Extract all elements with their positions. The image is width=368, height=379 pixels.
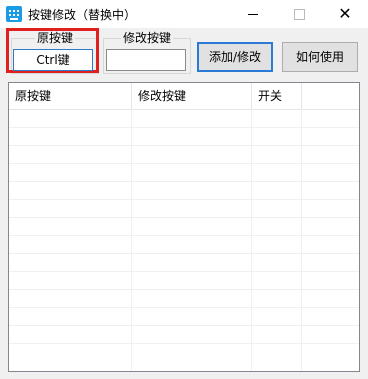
row-divider <box>9 325 359 326</box>
row-divider <box>9 163 359 164</box>
minimize-button[interactable] <box>230 0 276 28</box>
row-divider <box>9 217 359 218</box>
original-key-input[interactable]: Ctrl键 <box>13 49 93 71</box>
window-title: 按键修改（替换中） <box>28 8 137 22</box>
column-divider <box>301 109 302 371</box>
close-icon: ✕ <box>338 4 352 23</box>
row-divider <box>9 127 359 128</box>
maximize-button[interactable] <box>276 0 322 28</box>
title-bar: 按键修改（替换中） ✕ <box>0 0 368 28</box>
key-mapping-list[interactable]: 原按键 修改按键 开关 <box>8 82 360 372</box>
column-switch[interactable]: 开关 <box>252 83 302 109</box>
column-divider <box>251 109 252 371</box>
row-divider <box>9 235 359 236</box>
column-modified-key[interactable]: 修改按键 <box>132 83 252 109</box>
row-divider <box>9 289 359 290</box>
modified-key-input[interactable] <box>106 49 186 71</box>
how-to-use-button[interactable]: 如何使用 <box>282 42 358 72</box>
modified-key-label: 修改按键 <box>120 31 173 45</box>
column-divider <box>131 109 132 371</box>
row-divider <box>9 343 359 344</box>
app-keyboard-icon <box>6 6 22 22</box>
maximize-icon <box>293 8 305 20</box>
row-divider <box>9 307 359 308</box>
row-divider <box>9 271 359 272</box>
column-original-key[interactable]: 原按键 <box>9 83 132 109</box>
row-divider <box>9 199 359 200</box>
close-button[interactable]: ✕ <box>322 0 368 28</box>
minimize-icon <box>248 13 258 15</box>
row-divider <box>9 253 359 254</box>
add-modify-button[interactable]: 添加/修改 <box>197 42 273 72</box>
row-divider <box>9 145 359 146</box>
row-divider <box>9 181 359 182</box>
list-header: 原按键 修改按键 开关 <box>9 83 359 110</box>
